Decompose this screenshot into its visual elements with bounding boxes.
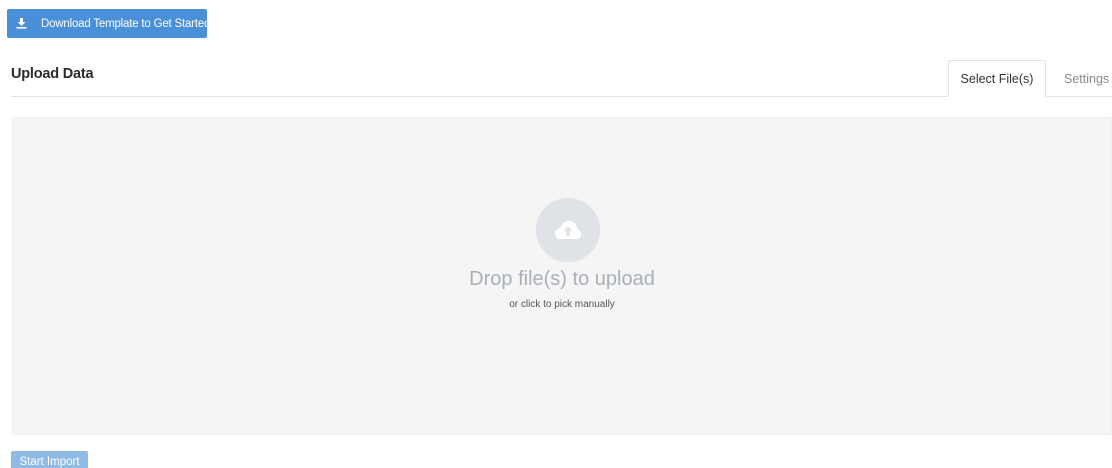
page-header: Upload Data Select File(s) Settings: [11, 60, 1112, 97]
start-import-button[interactable]: Start Import: [11, 451, 88, 468]
download-icon: [16, 18, 27, 30]
download-template-label: Download Template to Get Started: [41, 17, 211, 30]
download-template-button[interactable]: Download Template to Get Started: [7, 9, 211, 38]
tab-settings[interactable]: Settings: [1046, 61, 1112, 97]
tab-bar: Select File(s) Settings: [948, 60, 1112, 97]
tab-select-files[interactable]: Select File(s): [948, 60, 1046, 97]
dropzone-title: Drop file(s) to upload: [469, 268, 655, 290]
upload-page: Download Template to Get Started Upload …: [0, 0, 1112, 468]
page-title: Upload Data: [11, 66, 94, 82]
cloud-upload-icon: [536, 198, 600, 262]
dropzone-subtitle: or click to pick manually: [509, 299, 615, 310]
file-dropzone[interactable]: Drop file(s) to upload or click to pick …: [12, 117, 1112, 435]
